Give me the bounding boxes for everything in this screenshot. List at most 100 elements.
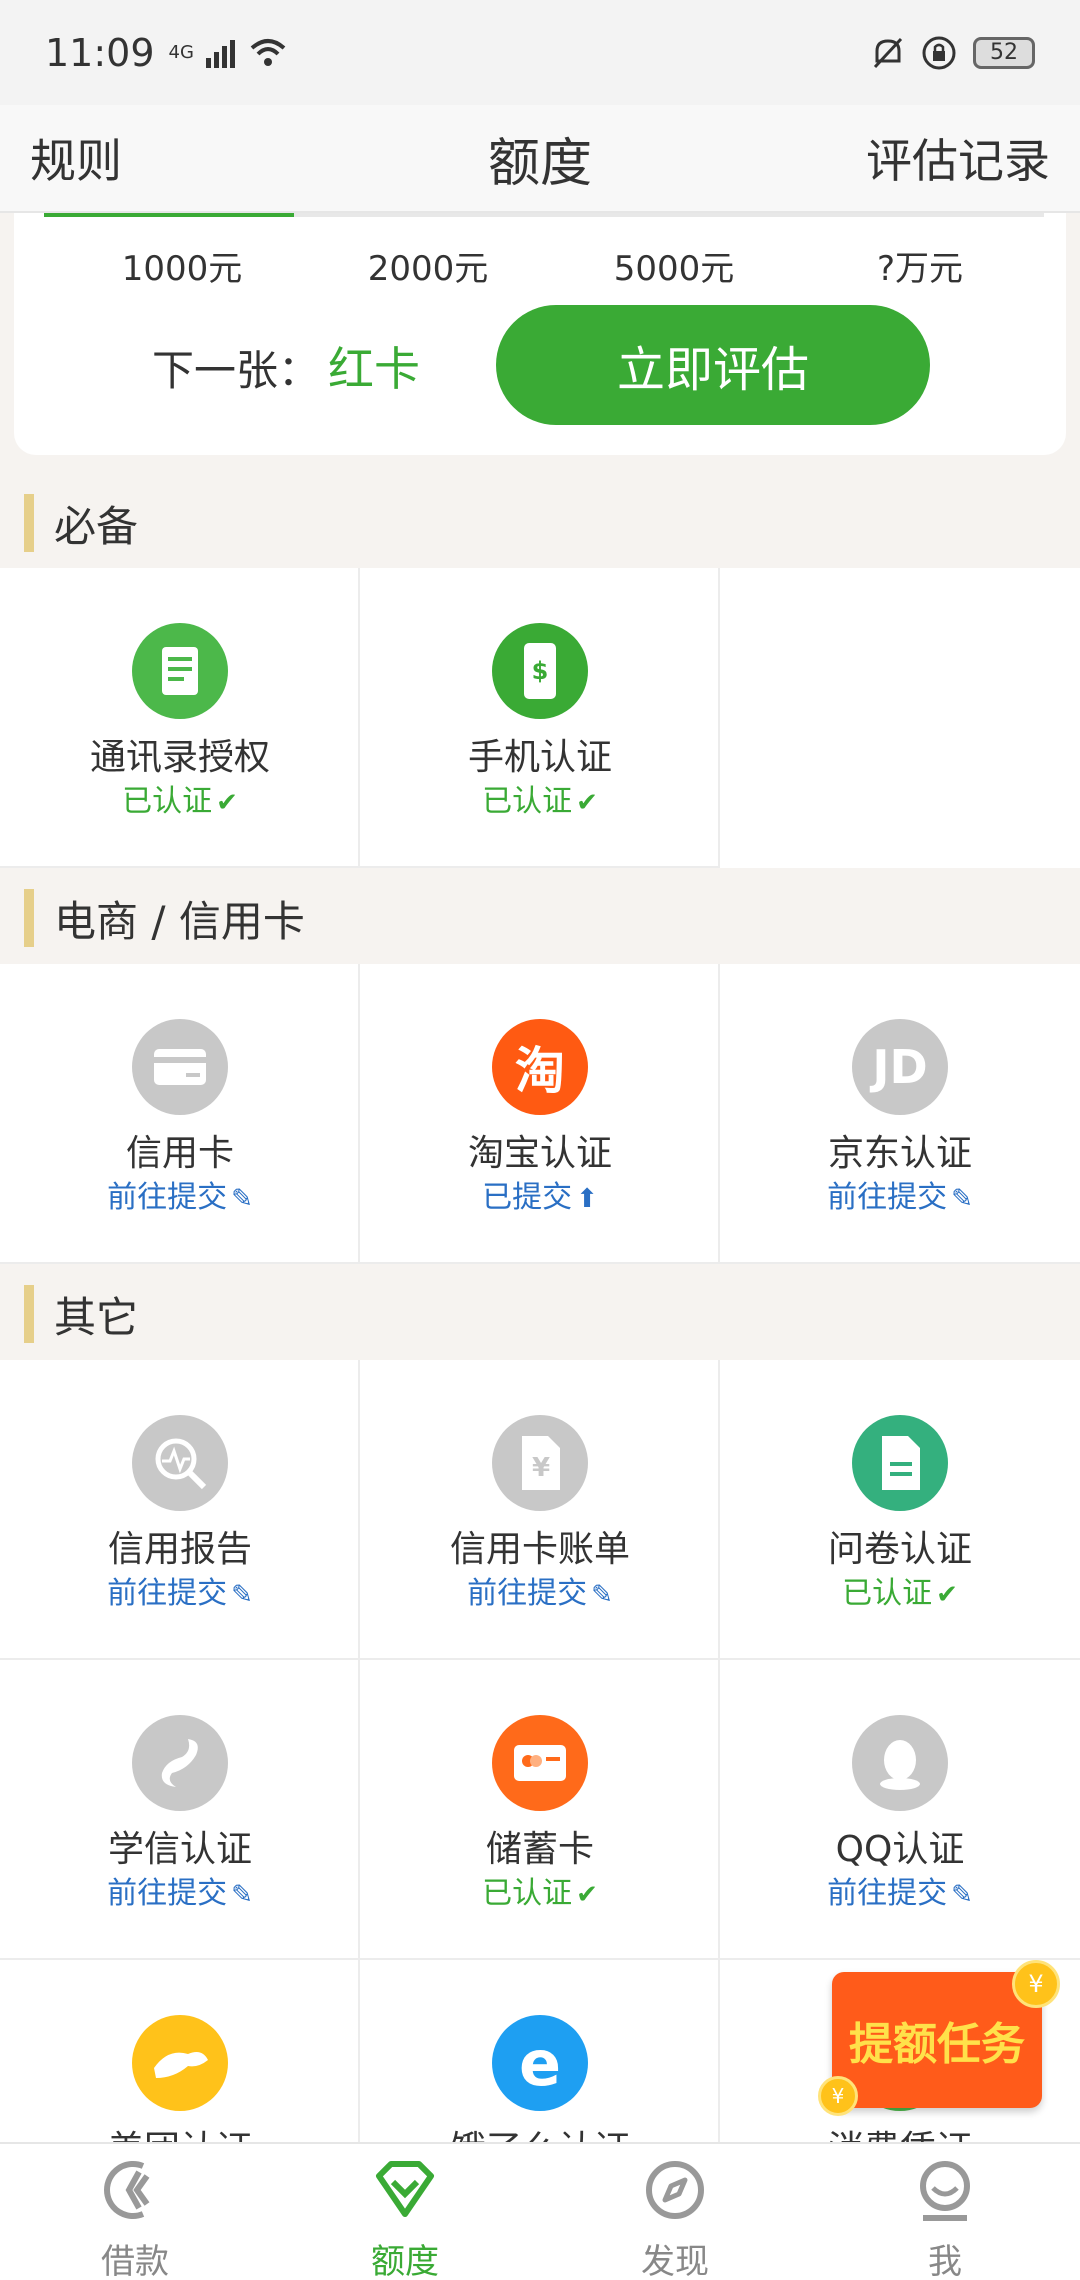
edit-pencil-icon: ✎ <box>231 1184 253 1214</box>
credit-card-icon <box>132 1019 228 1115</box>
auth-taobao[interactable]: 淘 淘宝认证 已提交 ⬆ <box>360 964 720 1264</box>
quota-progress-fill <box>44 213 294 217</box>
auth-item-state: 前往提交 ✎ <box>107 1180 253 1215</box>
auth-item-state: 前往提交 ✎ <box>107 1876 253 1911</box>
auth-item-state: 已认证 ✔ <box>482 1876 598 1911</box>
compass-icon <box>646 2161 704 2219</box>
section-title-text: 电商 / 信用卡 <box>54 896 305 946</box>
auth-item-state: 已认证 ✔ <box>842 1576 958 1611</box>
nav-me[interactable]: 我 <box>810 2144 1080 2280</box>
svg-text:¥: ¥ <box>532 1453 550 1483</box>
auth-item-state: 已认证 ✔ <box>122 784 238 819</box>
lock-rotation-icon <box>922 36 956 69</box>
section-title-text: 其它 <box>54 1292 139 1342</box>
status-left: 11:09 4G <box>45 31 288 75</box>
eleme-icon: e <box>492 2015 588 2111</box>
nav-discover[interactable]: 发现 <box>540 2144 810 2280</box>
auth-qq[interactable]: QQ认证 前往提交 ✎ <box>720 1660 1080 1960</box>
meituan-icon <box>132 2015 228 2111</box>
nav-loan[interactable]: 借款 <box>0 2144 270 2280</box>
section-title-text: 必备 <box>54 501 139 551</box>
loan-icon <box>104 2161 150 2219</box>
section-other-title: 其它 <box>0 1266 1080 1362</box>
edit-pencil-icon: ✎ <box>231 1580 253 1610</box>
quota-progress-track <box>44 213 1044 217</box>
auth-item-name: 问卷认证 <box>827 1529 972 1570</box>
coin-icon: ¥ <box>818 2076 858 2116</box>
section-accent-bar <box>24 889 34 947</box>
xuexin-icon <box>132 1715 228 1811</box>
edit-pencil-icon: ✎ <box>951 1880 973 1910</box>
verified-shield-icon: ✔ <box>576 788 598 818</box>
coin-icon: ¥ <box>1012 1960 1060 2008</box>
section-accent-bar <box>24 1285 34 1343</box>
questionnaire-icon <box>852 1415 948 1511</box>
quota-card: 1000元 2000元 5000元 ?万元 下一张： 红卡 立即评估 <box>14 213 1066 455</box>
bill-yuan-icon: ¥ <box>492 1415 588 1511</box>
auth-item-name: 学信认证 <box>107 1829 252 1870</box>
quota-task-promo[interactable]: 提额任务 <box>832 1972 1042 2108</box>
verified-shield-icon: ✔ <box>216 788 238 818</box>
auth-item-state: 前往提交 ✎ <box>827 1180 973 1215</box>
qq-icon <box>852 1715 948 1811</box>
auth-item-name: 手机认证 <box>467 737 612 778</box>
next-card-name: 红卡 <box>328 342 421 396</box>
verified-shield-icon: ✔ <box>576 1880 598 1910</box>
next-card-label: 下一张： 红卡 <box>152 333 420 399</box>
auth-jd[interactable]: JD 京东认证 前往提交 ✎ <box>720 964 1080 1264</box>
taobao-icon: 淘 <box>492 1019 588 1115</box>
level-label: 1000元 <box>121 249 243 289</box>
status-time: 11:09 <box>45 30 155 75</box>
section-ecommerce-title: 电商 / 信用卡 <box>0 870 1080 966</box>
other-row-1: 信用报告 前往提交 ✎ ¥ 信用卡账单 前往提交 ✎ 问卷认证 已认证 ✔ <box>0 1360 1080 1660</box>
auth-credit-report[interactable]: 信用报告 前往提交 ✎ <box>0 1360 360 1660</box>
nav-label: 我 <box>928 2242 962 2280</box>
bell-muted-icon <box>873 37 903 68</box>
status-bar: 11:09 4G 52 <box>0 0 1080 105</box>
auth-credit-card-bill[interactable]: ¥ 信用卡账单 前往提交 ✎ <box>360 1360 720 1660</box>
jd-icon: JD <box>852 1019 948 1115</box>
edit-pencil-icon: ✎ <box>591 1580 613 1610</box>
quota-diamond-icon <box>376 2161 434 2217</box>
required-row: 通讯录授权 已认证 ✔ $ 手机认证 已认证 ✔ <box>0 568 1080 868</box>
nav-label: 借款 <box>101 2242 169 2280</box>
phone-dollar-icon: $ <box>492 623 588 719</box>
rules-link[interactable]: 规则 <box>30 125 122 191</box>
report-search-icon <box>132 1415 228 1511</box>
auth-phone[interactable]: $ 手机认证 已认证 ✔ <box>360 568 720 868</box>
auth-item-name: 京东认证 <box>827 1133 972 1174</box>
wifi-icon <box>250 38 286 66</box>
signal-icon <box>205 39 235 68</box>
auth-item-state: 前往提交 ✎ <box>107 1576 253 1611</box>
section-required-title: 必备 <box>0 475 1080 571</box>
status-right: 52 <box>871 35 1035 71</box>
debit-card-icon <box>492 1715 588 1811</box>
auth-item-name: 信用报告 <box>107 1529 252 1570</box>
auth-credit-card[interactable]: 信用卡 前往提交 ✎ <box>0 964 360 1264</box>
empty-cell <box>720 568 1080 868</box>
evaluate-now-button[interactable]: 立即评估 <box>496 305 930 425</box>
auth-item-name: 淘宝认证 <box>467 1133 612 1174</box>
contacts-doc-icon <box>132 623 228 719</box>
auth-item-state: 已认证 ✔ <box>482 784 598 819</box>
header: 规则 额度 评估记录 <box>0 105 1080 213</box>
auth-item-name: 通讯录授权 <box>89 737 270 778</box>
auth-contacts[interactable]: 通讯录授权 已认证 ✔ <box>0 568 360 868</box>
evaluation-history-link[interactable]: 评估记录 <box>866 125 1050 191</box>
auth-debit-card[interactable]: 储蓄卡 已认证 ✔ <box>360 1660 720 1960</box>
level-label: ?万元 <box>876 249 964 289</box>
auth-xuexin[interactable]: 学信认证 前往提交 ✎ <box>0 1660 360 1960</box>
auth-questionnaire[interactable]: 问卷认证 已认证 ✔ <box>720 1360 1080 1660</box>
edit-pencil-icon: ✎ <box>231 1880 253 1910</box>
auth-item-state: 已提交 ⬆ <box>482 1180 598 1215</box>
profile-icon <box>920 2161 970 2221</box>
svg-text:$: $ <box>532 657 549 685</box>
ecommerce-row: 信用卡 前往提交 ✎ 淘 淘宝认证 已提交 ⬆ JD 京东认证 前往提交 ✎ <box>0 964 1080 1264</box>
auth-item-name: 储蓄卡 <box>485 1829 594 1870</box>
section-accent-bar <box>24 494 34 552</box>
auth-item-name: 信用卡 <box>125 1133 234 1174</box>
nav-label: 发现 <box>641 2242 709 2280</box>
nav-label: 额度 <box>371 2242 439 2280</box>
nav-quota[interactable]: 额度 <box>270 2144 540 2280</box>
level-label: 2000元 <box>367 249 489 289</box>
